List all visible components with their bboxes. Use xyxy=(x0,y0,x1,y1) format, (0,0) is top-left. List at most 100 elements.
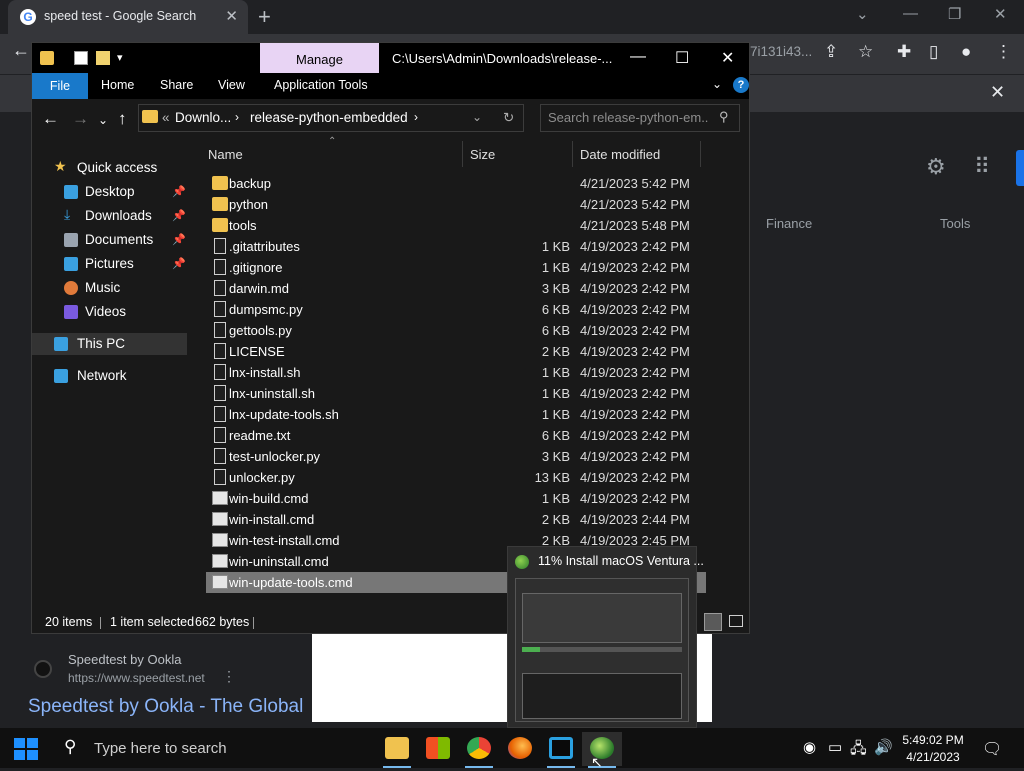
file-row[interactable]: python 4/21/2023 5:42 PM xyxy=(206,194,706,215)
tab-search-icon[interactable]: ⌄ xyxy=(856,5,869,23)
result-title-link[interactable]: Speedtest by Ookla - The Global xyxy=(28,696,303,718)
details-view-icon[interactable] xyxy=(704,613,722,631)
clock-time[interactable]: 5:49:02 PM xyxy=(902,733,964,747)
result-more-icon[interactable]: ⋮ xyxy=(222,668,236,685)
tray-installer-icon[interactable]: ◉ xyxy=(803,738,816,756)
file-row[interactable]: .gitattributes 1 KB 4/19/2023 2:42 PM xyxy=(206,236,706,257)
ribbon-tab-share[interactable]: Share xyxy=(160,78,193,92)
search-box[interactable] xyxy=(540,104,740,132)
taskbar-search-box[interactable]: Type here to search xyxy=(94,740,227,757)
nav-pictures[interactable]: Pictures 📌 xyxy=(32,253,187,275)
ribbon-tab-manage[interactable]: Manage xyxy=(260,43,379,73)
search-icon[interactable]: ⚲ xyxy=(719,109,729,125)
infobar-close-icon[interactable]: ✕ xyxy=(990,82,1005,103)
clock-date[interactable]: 4/21/2023 xyxy=(902,750,964,764)
address-overflow-icon[interactable]: « xyxy=(162,110,170,125)
pin-icon[interactable]: 📌 xyxy=(172,209,186,222)
file-row[interactable]: lnx-uninstall.sh 1 KB 4/19/2023 2:42 PM xyxy=(206,383,706,404)
taskbar-chrome[interactable] xyxy=(459,732,499,768)
nav-videos[interactable]: Videos xyxy=(32,301,187,323)
chevron-right-icon[interactable]: › xyxy=(414,110,418,124)
forward-arrow-icon[interactable]: → xyxy=(72,109,89,129)
taskbar-remote-app[interactable] xyxy=(541,732,581,768)
breadcrumb-downloads[interactable]: Downlo... xyxy=(175,110,231,125)
chevron-right-icon[interactable]: › xyxy=(235,110,239,124)
close-window-icon[interactable]: ✕ xyxy=(994,5,1007,23)
back-arrow-icon[interactable]: ← xyxy=(42,109,59,129)
new-tab-button[interactable]: + xyxy=(258,4,271,30)
thumbnail-window-image[interactable] xyxy=(515,578,689,722)
ribbon-tab-application-tools[interactable]: Application Tools xyxy=(274,78,368,92)
side-panel-icon[interactable]: ▯ xyxy=(929,42,938,62)
file-row[interactable]: win-install.cmd 2 KB 4/19/2023 2:44 PM xyxy=(206,509,706,530)
nav-quick-access[interactable]: ★ Quick access xyxy=(32,157,187,179)
file-row[interactable]: LICENSE 2 KB 4/19/2023 2:42 PM xyxy=(206,341,706,362)
ribbon-tab-file[interactable]: File xyxy=(32,73,88,99)
settings-gear-icon[interactable]: ⚙ xyxy=(926,154,946,180)
browser-tab[interactable]: G speed test - Google Search ✕ xyxy=(8,0,248,34)
file-row[interactable]: darwin.md 3 KB 4/19/2023 2:42 PM xyxy=(206,278,706,299)
column-divider[interactable] xyxy=(700,141,701,167)
ribbon-tab-view[interactable]: View xyxy=(218,78,245,92)
large-icons-view-icon[interactable] xyxy=(729,615,743,627)
restore-icon[interactable]: ❐ xyxy=(948,5,961,23)
share-icon[interactable]: ⇪ xyxy=(824,42,838,62)
taskbar-microsoft-store[interactable] xyxy=(418,732,458,766)
nav-documents[interactable]: Documents 📌 xyxy=(32,229,187,251)
close-icon[interactable]: ✕ xyxy=(721,48,734,68)
file-row[interactable]: gettools.py 6 KB 4/19/2023 2:42 PM xyxy=(206,320,706,341)
ribbon-tab-home[interactable]: Home xyxy=(101,78,134,92)
minimize-icon[interactable]: — xyxy=(630,48,646,66)
extensions-icon[interactable]: ✚ xyxy=(897,42,911,62)
column-header-size[interactable]: Size xyxy=(470,147,495,162)
nav-desktop[interactable]: Desktop 📌 xyxy=(32,181,187,203)
expand-ribbon-icon[interactable]: ⌄ xyxy=(712,77,722,91)
refresh-icon[interactable]: ↻ xyxy=(503,110,514,126)
column-header-name[interactable]: Name xyxy=(208,147,243,162)
windows-start-icon[interactable] xyxy=(14,738,40,760)
nav-network[interactable]: Network xyxy=(32,365,187,387)
network-status-icon[interactable]: 🖧 xyxy=(850,738,867,763)
tray-tablet-icon[interactable]: ▭ xyxy=(828,738,842,756)
sign-in-button[interactable] xyxy=(1016,150,1024,186)
up-arrow-icon[interactable]: ↑ xyxy=(118,109,127,129)
close-tab-icon[interactable]: ✕ xyxy=(225,7,238,25)
file-row[interactable]: test-unlocker.py 3 KB 4/19/2023 2:42 PM xyxy=(206,446,706,467)
back-icon[interactable]: ← xyxy=(12,40,30,61)
column-header-date-modified[interactable]: Date modified xyxy=(580,147,660,162)
notifications-icon[interactable]: 🗨 xyxy=(982,739,1002,759)
pin-icon[interactable]: 📌 xyxy=(172,185,186,198)
nav-this-pc[interactable]: This PC xyxy=(32,333,187,355)
bookmark-star-icon[interactable]: ☆ xyxy=(858,42,873,62)
profile-icon[interactable]: ● xyxy=(961,42,971,62)
new-folder-icon[interactable] xyxy=(96,51,110,65)
maximize-icon[interactable]: ☐ xyxy=(675,48,689,68)
file-row[interactable]: win-build.cmd 1 KB 4/19/2023 2:42 PM xyxy=(206,488,706,509)
minimize-icon[interactable]: — xyxy=(903,5,918,22)
nav-downloads[interactable]: ⤓ Downloads 📌 xyxy=(32,205,187,227)
column-divider[interactable] xyxy=(462,141,463,167)
result-url[interactable]: https://www.speedtest.net xyxy=(68,671,205,685)
file-row[interactable]: .gitignore 1 KB 4/19/2023 2:42 PM xyxy=(206,257,706,278)
breadcrumb-current-folder[interactable]: release-python-embedded xyxy=(250,110,408,125)
address-bar-text[interactable]: 7i131i43... xyxy=(750,44,812,59)
help-icon[interactable]: ? xyxy=(733,77,749,93)
address-dropdown-icon[interactable]: ⌄ xyxy=(472,110,482,124)
pin-icon[interactable]: 📌 xyxy=(172,233,186,246)
search-icon[interactable]: ⚲ xyxy=(64,737,76,757)
chrome-menu-icon[interactable]: ⋮ xyxy=(995,42,1012,62)
file-row[interactable]: readme.txt 6 KB 4/19/2023 2:42 PM xyxy=(206,425,706,446)
search-tools-button[interactable]: Tools xyxy=(940,216,970,231)
file-row[interactable]: tools 4/21/2023 5:48 PM xyxy=(206,215,706,236)
properties-icon[interactable] xyxy=(74,51,88,65)
search-input[interactable] xyxy=(548,110,708,125)
file-row[interactable]: dumpsmc.py 6 KB 4/19/2023 2:42 PM xyxy=(206,299,706,320)
file-row[interactable]: lnx-install.sh 1 KB 4/19/2023 2:42 PM xyxy=(206,362,706,383)
file-row[interactable]: backup 4/21/2023 5:42 PM xyxy=(206,173,706,194)
qat-dropdown-icon[interactable]: ▾ xyxy=(117,51,123,64)
taskbar-file-explorer[interactable] xyxy=(377,732,417,768)
volume-icon[interactable]: 🔊 xyxy=(874,738,893,756)
recent-locations-icon[interactable]: ⌄ xyxy=(98,113,108,127)
column-divider[interactable] xyxy=(572,141,573,167)
taskbar-firefox[interactable] xyxy=(500,732,540,766)
